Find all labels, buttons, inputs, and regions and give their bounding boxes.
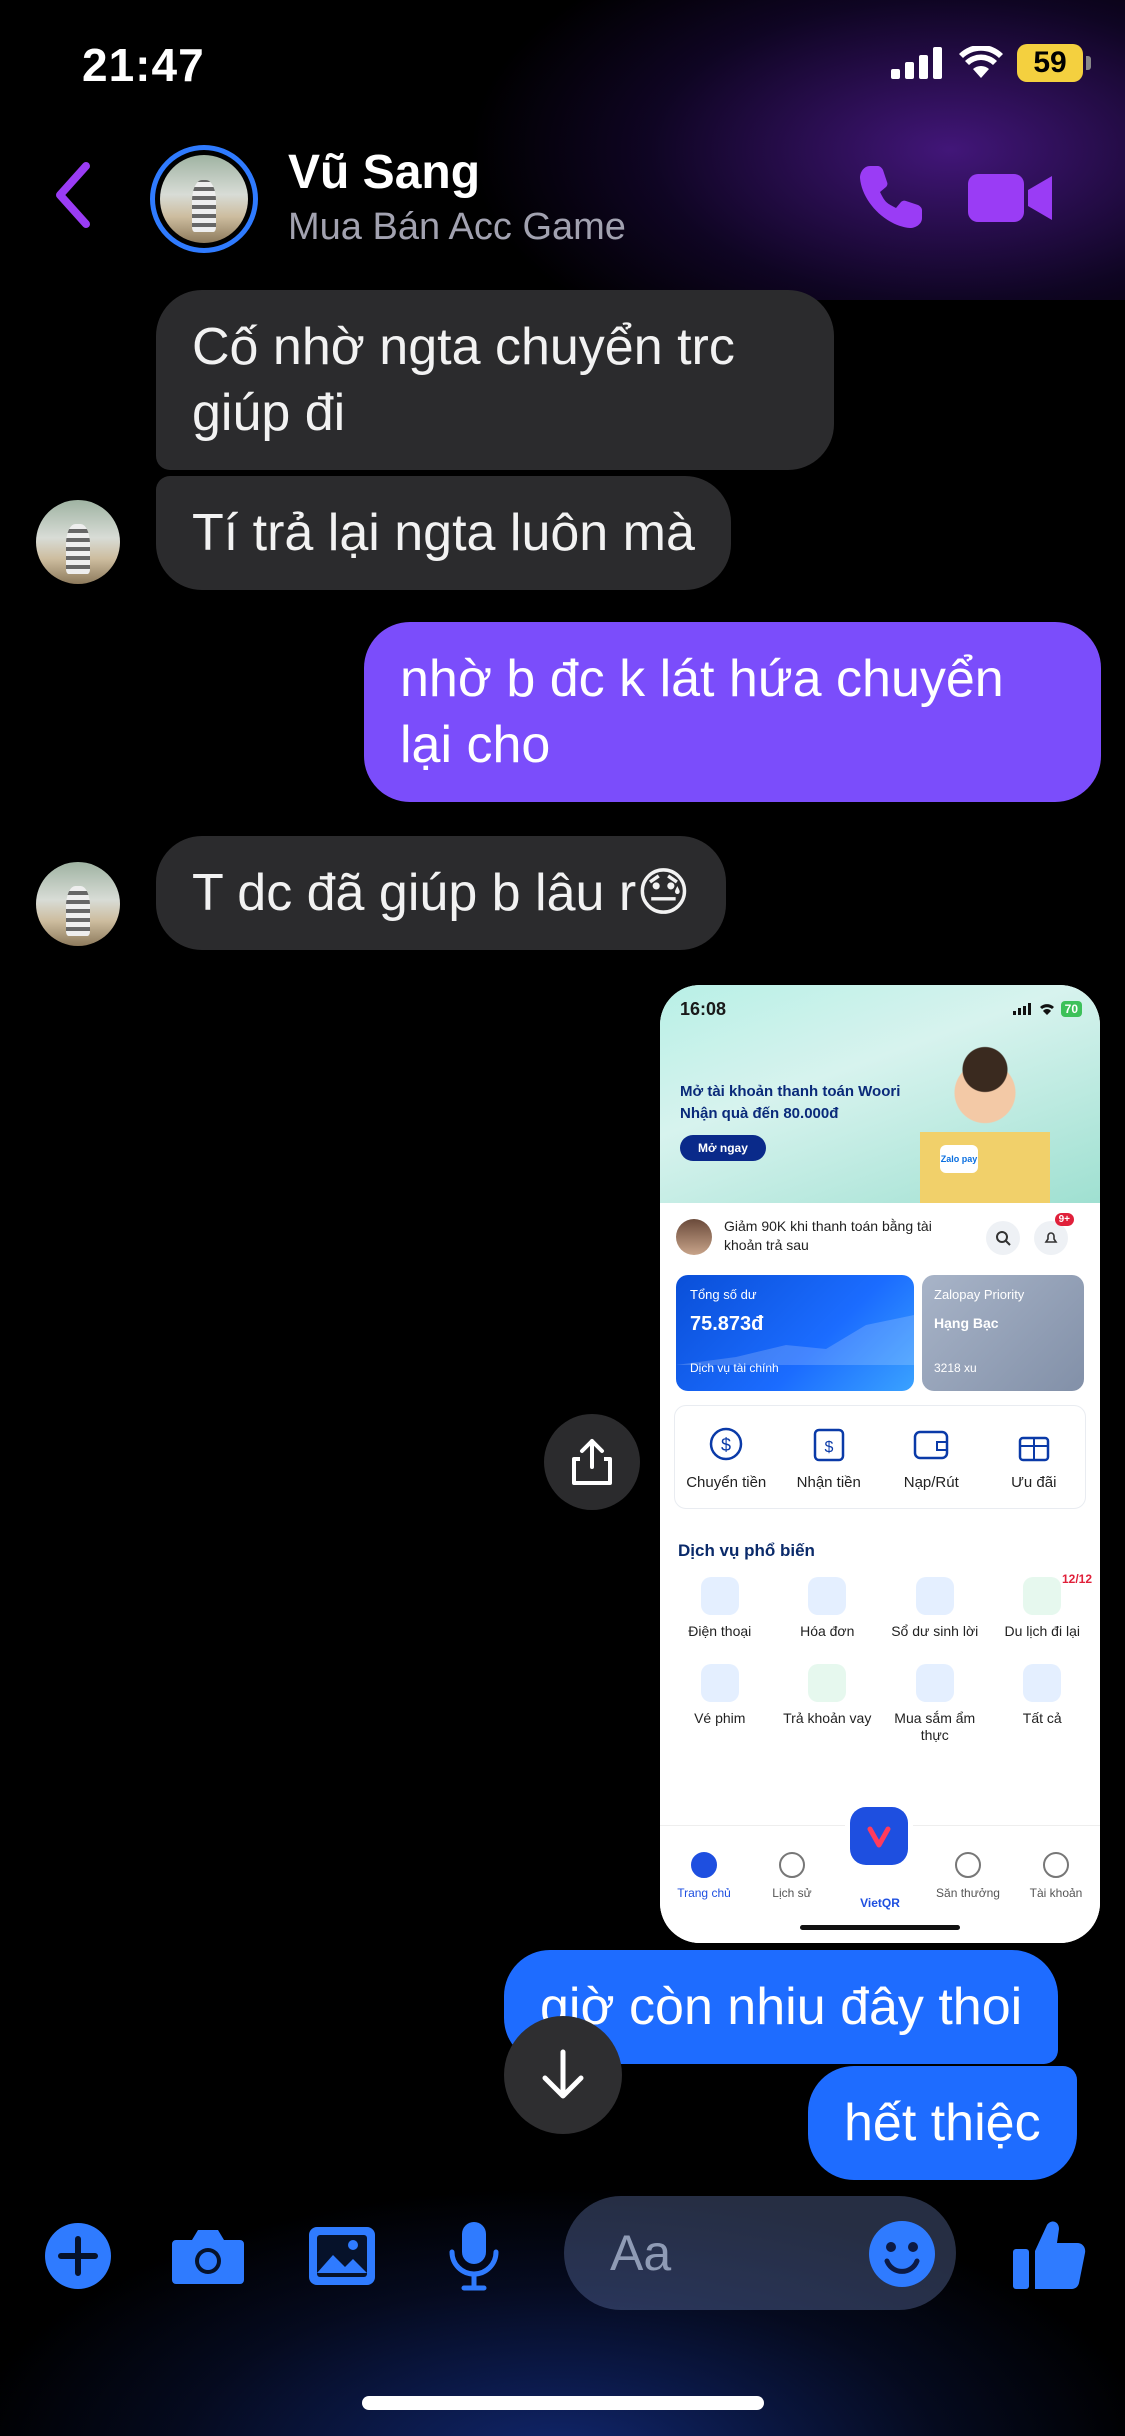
- screenshot-battery: 70: [1060, 1001, 1082, 1017]
- screenshot-status-icons: 70: [1012, 1001, 1082, 1017]
- svg-text:$: $: [721, 1435, 731, 1455]
- notification-badge: 9+: [1054, 1213, 1074, 1226]
- service-all: Tất cả: [989, 1664, 1097, 1744]
- camera-icon: [172, 2230, 244, 2284]
- search-icon: [986, 1221, 1020, 1255]
- message-input[interactable]: [610, 2224, 860, 2282]
- balance-value: 75.873đ: [690, 1313, 764, 1335]
- svg-text:$: $: [824, 1439, 833, 1456]
- share-button[interactable]: [544, 1414, 640, 1510]
- sender-avatar[interactable]: [36, 500, 120, 584]
- message-bubble-incoming[interactable]: Cố nhờ ngta chuyển trc giúp đi: [156, 290, 834, 470]
- back-chevron-icon[interactable]: [50, 160, 100, 230]
- message-bubble-incoming[interactable]: Tí trả lại ngta luôn mà: [156, 476, 731, 590]
- scroll-to-bottom-button[interactable]: [504, 2016, 622, 2134]
- transfer-money-icon: $: [710, 1427, 743, 1460]
- camera-button[interactable]: [170, 2218, 246, 2294]
- priority-card: Zalopay Priority Hạng Bạc 3218 xu: [922, 1275, 1084, 1391]
- screenshot-time: 16:08: [680, 999, 727, 1019]
- voice-button[interactable]: [436, 2218, 512, 2294]
- contact-subtitle: Mua Bán Acc Game: [288, 206, 626, 248]
- promo-line-2: Nhận quà đến 80.000đ: [680, 1105, 839, 1122]
- quick-actions: $ Chuyển tiền $ Nhận tiền Nạp/Rút Ưu đãi: [674, 1405, 1086, 1509]
- service-shopping: Mua sắm ẩm thực: [881, 1664, 989, 1744]
- cellular-signal-icon: [891, 47, 942, 79]
- plus-button[interactable]: [40, 2218, 116, 2294]
- quick-action-topup: Nạp/Rút: [880, 1406, 983, 1508]
- finance-service-link: Dịch vụ tài chính: [690, 1361, 779, 1375]
- wifi-icon: [1039, 1004, 1054, 1015]
- share-icon: [572, 1439, 612, 1485]
- service-phone: Điện thoại: [666, 1577, 774, 1640]
- sender-avatar[interactable]: [36, 862, 120, 946]
- balance-card: Tổng số dư 75.873đ Dịch vụ tài chính: [676, 1275, 914, 1391]
- priority-label: Zalopay Priority: [934, 1287, 1025, 1302]
- emoji-button[interactable]: [864, 2216, 940, 2292]
- service-movies: Vé phim: [666, 1664, 774, 1744]
- composer-bar: [0, 2170, 1125, 2340]
- video-camera-icon[interactable]: [968, 170, 1052, 226]
- nav-account: Tài khoản: [1012, 1826, 1100, 1943]
- screenshot-banner: 16:08 70 Zalo pay Mở tài khoản thanh toá…: [660, 985, 1100, 1203]
- status-time: 21:47: [82, 39, 205, 91]
- image-icon: [309, 2227, 375, 2285]
- screenshot-promo-row: Giảm 90K khi thanh toán bằng tài khoản t…: [676, 1213, 1086, 1261]
- service-loan: Trả khoản vay: [774, 1664, 882, 1744]
- balance-label: Tổng số dư: [690, 1287, 757, 1302]
- wifi-icon: [959, 46, 1003, 78]
- emoji-icon: [869, 2221, 935, 2287]
- message-bubble-outgoing[interactable]: nhờ b đc k lát hứa chuyển lại cho: [364, 622, 1101, 802]
- service-savings: Sổ dư sinh lời: [881, 1577, 989, 1640]
- contact-avatar[interactable]: [150, 145, 258, 253]
- screenshot-home-indicator: [800, 1925, 960, 1930]
- nav-home: Trang chủ: [660, 1826, 748, 1943]
- services-title: Dịch vụ phổ biến: [678, 1541, 815, 1560]
- open-now-button: Mở ngay: [680, 1135, 766, 1161]
- status-indicators: 59: [891, 44, 1091, 82]
- arrow-down-icon: [542, 2049, 584, 2099]
- services-grid: Điện thoại Hóa đơn Sổ dư sinh lời 12/12 …: [666, 1572, 1097, 1744]
- shared-screenshot-image[interactable]: 16:08 70 Zalo pay Mở tài khoản thanh toá…: [660, 985, 1100, 1943]
- promo-illustration: [920, 1025, 1050, 1203]
- coin-balance: 3218 xu: [934, 1361, 977, 1375]
- service-travel: 12/12 Du lịch đi lại: [1004, 1572, 1093, 1639]
- priority-tier: Hạng Bạc: [934, 1315, 999, 1331]
- thumbs-up-icon: [1013, 2221, 1086, 2289]
- bell-icon: 9+: [1034, 1213, 1074, 1255]
- gallery-button[interactable]: [304, 2218, 380, 2294]
- receive-money-icon: $: [813, 1428, 844, 1461]
- user-avatar: [676, 1219, 712, 1255]
- quick-action-offers: Ưu đãi: [983, 1406, 1086, 1508]
- message-bubble-incoming[interactable]: T dc đã giúp b lâu r😓: [156, 836, 727, 950]
- gift-icon: [1018, 1436, 1049, 1461]
- microphone-icon: [449, 2222, 499, 2291]
- plus-icon: [45, 2223, 111, 2289]
- quick-action-transfer: $ Chuyển tiền: [675, 1406, 778, 1508]
- home-indicator: [362, 2396, 764, 2410]
- zalopay-logo: Zalo pay: [940, 1145, 978, 1173]
- battery-indicator: 59: [1017, 44, 1091, 82]
- like-button[interactable]: [1004, 2210, 1094, 2300]
- phone-icon[interactable]: [856, 162, 926, 232]
- quick-action-receive: $ Nhận tiền: [778, 1406, 881, 1508]
- vietqr-icon: [850, 1807, 908, 1865]
- promo-text: Giảm 90K khi thanh toán bằng tài khoản t…: [724, 1218, 932, 1253]
- wallet-icon: [914, 1430, 949, 1459]
- travel-badge: 12/12: [1061, 1572, 1092, 1586]
- promo-line-1: Mở tài khoản thanh toán Woori: [680, 1083, 901, 1100]
- cellular-signal-icon: [1012, 1003, 1031, 1015]
- contact-name[interactable]: Vũ Sang: [288, 145, 480, 200]
- service-bills: Hóa đơn: [774, 1577, 882, 1640]
